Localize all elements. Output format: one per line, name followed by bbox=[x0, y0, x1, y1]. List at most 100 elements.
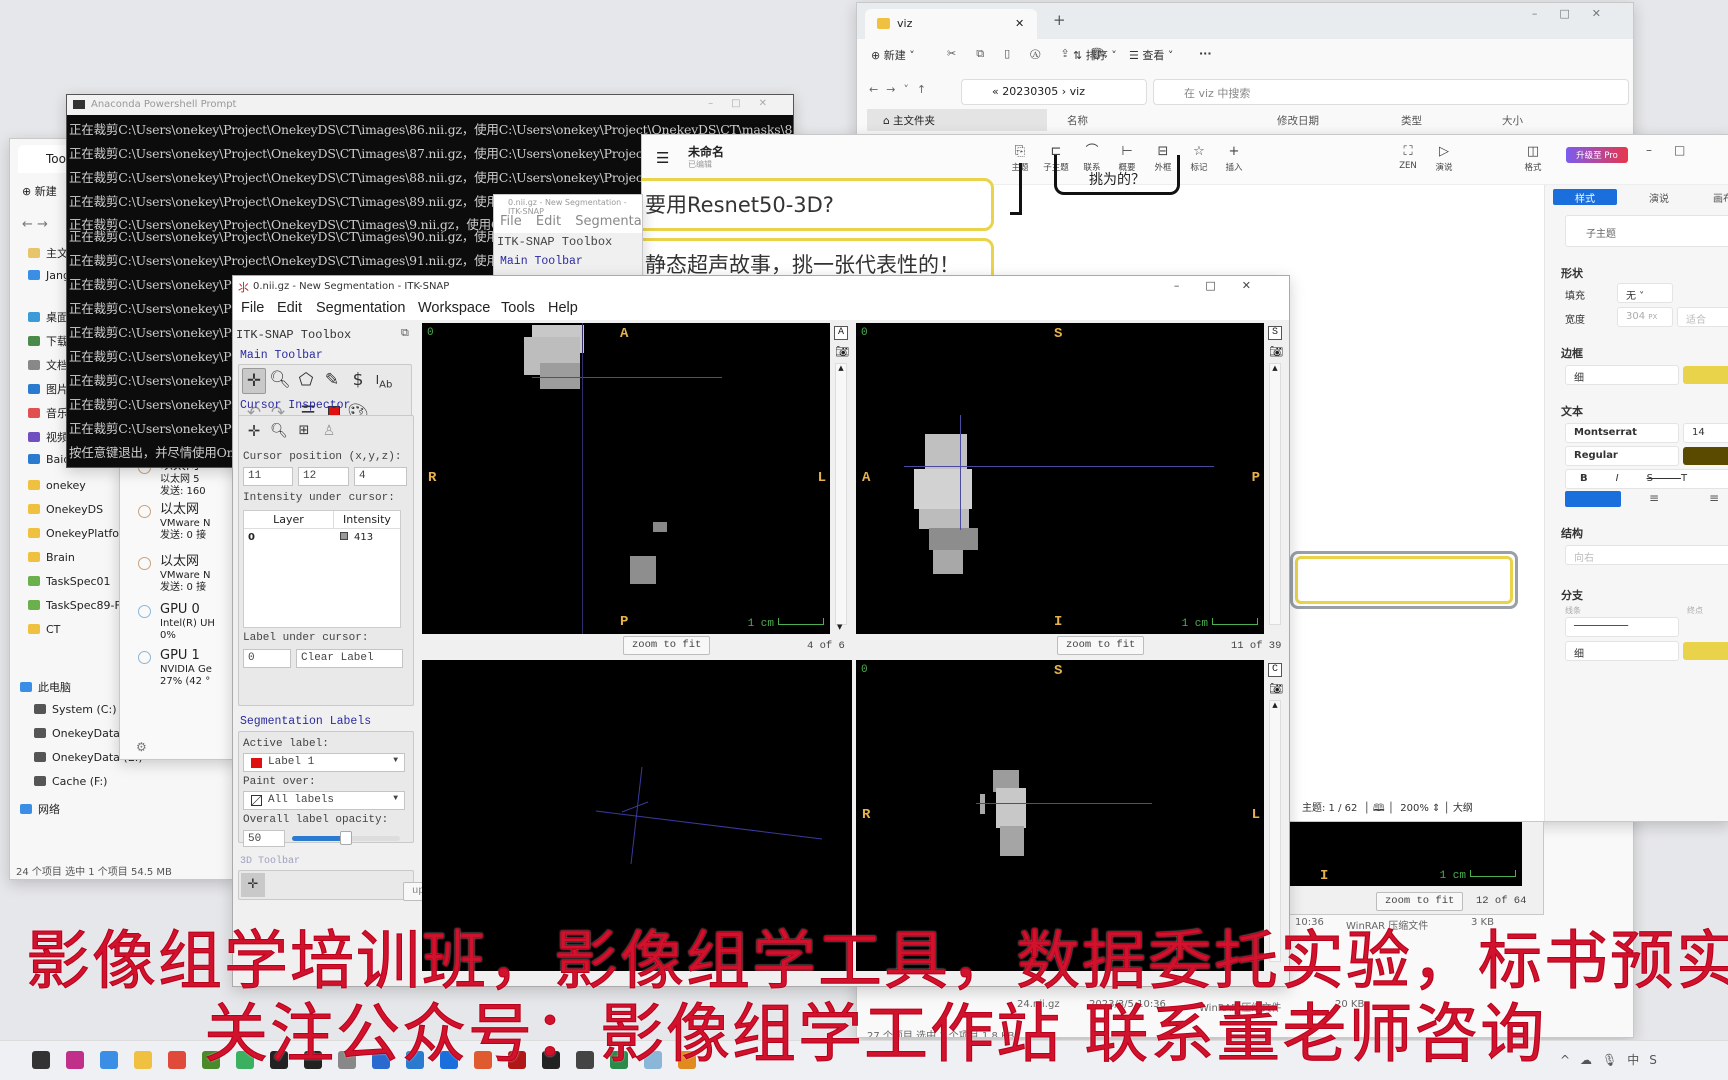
paintbrush-tool-icon[interactable]: ✎ bbox=[320, 368, 344, 392]
3d-crosshair-icon[interactable]: ✛ bbox=[241, 873, 265, 897]
new-button[interactable]: ⊕ 新建 bbox=[22, 183, 57, 199]
toolbar-5-button[interactable]: ☆ 标记 bbox=[1184, 143, 1214, 173]
branch-line-select[interactable]: ───────── bbox=[1565, 617, 1679, 637]
layout-button[interactable]: S bbox=[1268, 326, 1282, 340]
zoom-mode-icon[interactable]: 🔍︎ bbox=[267, 419, 291, 443]
perf-item[interactable]: GPU 1 NVIDIA Ge 27% (42 ° bbox=[138, 648, 212, 688]
taskbar-app-icon[interactable] bbox=[134, 1051, 152, 1069]
nav-item[interactable]: OnekeyDS bbox=[28, 503, 103, 516]
branch-section[interactable]: 分支 bbox=[1561, 587, 1583, 603]
text-color-swatch[interactable] bbox=[1683, 447, 1728, 465]
layout-button[interactable]: A bbox=[834, 326, 848, 340]
width-input[interactable]: 304 PX bbox=[1617, 307, 1673, 327]
scroll-down-icon[interactable]: ▼ bbox=[837, 623, 842, 631]
tab-viz[interactable]: viz ✕ bbox=[865, 9, 1037, 39]
nav-item[interactable]: 图片 bbox=[28, 381, 68, 397]
search-input[interactable]: 在 viz 中搜索 bbox=[1153, 79, 1629, 105]
align-center-button[interactable]: ≡ bbox=[1649, 491, 1659, 505]
outline-button[interactable]: 大纲 bbox=[1453, 803, 1473, 814]
fill-select[interactable]: 无 ˅ bbox=[1617, 283, 1673, 303]
font-style-select[interactable]: Regular bbox=[1565, 446, 1679, 466]
nav-item[interactable]: Jang bbox=[28, 269, 70, 282]
window-controls[interactable]: –□✕ bbox=[708, 98, 785, 109]
toolbar-7-button[interactable]: ⛶ ZEN bbox=[1393, 143, 1423, 171]
nav-item[interactable]: Cache (F:) bbox=[34, 775, 107, 788]
close-tab-icon[interactable]: ✕ bbox=[1015, 17, 1024, 30]
window-controls[interactable]: –□✕ bbox=[1532, 7, 1623, 20]
tab-canvas[interactable]: 画布 bbox=[1713, 190, 1728, 205]
zoom-to-fit-button[interactable]: zoom to fit bbox=[1376, 892, 1464, 911]
view-button[interactable]: ☰ 查看 ˅ bbox=[1129, 47, 1173, 63]
opacity-slider[interactable] bbox=[292, 831, 400, 845]
table-icon[interactable]: ⊞ bbox=[292, 419, 316, 443]
zoom-level[interactable]: 200% bbox=[1400, 803, 1429, 814]
camera-icon[interactable]: 📷︎ bbox=[835, 345, 849, 358]
nav-item[interactable]: TaskSpec01 bbox=[28, 575, 111, 588]
branch-width-select[interactable]: 细 bbox=[1565, 641, 1679, 661]
nav-item[interactable]: CT bbox=[28, 623, 60, 636]
new-tab-icon[interactable]: + bbox=[1053, 11, 1066, 29]
font-select[interactable]: Montserrat bbox=[1565, 423, 1679, 443]
nav-item[interactable]: 此电脑 bbox=[20, 679, 71, 695]
crosshair-tool-icon[interactable]: ✛ bbox=[242, 368, 266, 394]
slice-scrollbar[interactable]: ▲ bbox=[835, 363, 847, 625]
menu-help[interactable]: Help bbox=[548, 300, 578, 316]
sagittal-view[interactable]: 0 S I A P 1 cm bbox=[856, 323, 1264, 634]
sidebar-home[interactable]: ⌂ 主文件夹 bbox=[867, 109, 1047, 131]
align-left-button[interactable] bbox=[1565, 491, 1621, 507]
menu-icon[interactable]: ☰ bbox=[656, 149, 669, 167]
slice-scrollbar[interactable]: ▲ bbox=[1269, 700, 1281, 962]
border-color-swatch[interactable] bbox=[1683, 366, 1728, 384]
address-bar[interactable]: « 20230305 › viz bbox=[961, 79, 1147, 105]
taskbar-app-icon[interactable] bbox=[66, 1051, 84, 1069]
perf-item[interactable]: GPU 0 Intel(R) UH 0% bbox=[138, 602, 215, 642]
toolbar-9-button[interactable]: ◫ 格式 bbox=[1518, 143, 1548, 173]
column-size[interactable]: 大小 bbox=[1502, 113, 1523, 128]
nav-item[interactable]: 视频 bbox=[28, 429, 68, 445]
mindmap-node-parent[interactable]: 挑为的？ bbox=[1054, 155, 1180, 195]
zoom-tool-icon[interactable]: 🔍︎ bbox=[268, 368, 292, 392]
nav-item[interactable]: System (C:) bbox=[34, 703, 117, 716]
more-button[interactable]: ··· bbox=[1199, 47, 1212, 60]
fit-button[interactable]: 适合 bbox=[1677, 307, 1728, 327]
column-intensity[interactable]: Intensity bbox=[334, 511, 400, 529]
undock-icon[interactable]: ⧉ bbox=[401, 326, 409, 340]
sort-button[interactable]: ⇅ 排序 ˅ bbox=[1073, 47, 1117, 63]
menu-file[interactable]: File bbox=[241, 300, 264, 316]
nav-item[interactable]: onekey bbox=[28, 479, 86, 492]
border-width-select[interactable]: 细 bbox=[1565, 365, 1679, 385]
nav-item[interactable]: Brain bbox=[28, 551, 75, 564]
upgrade-pro-button[interactable]: 升级至 Pro bbox=[1566, 147, 1628, 163]
menu-workspace[interactable]: Workspace bbox=[418, 300, 490, 316]
opacity-slider-handle[interactable] bbox=[340, 831, 352, 845]
settings-icon[interactable]: ⚙ bbox=[136, 740, 147, 754]
column-name[interactable]: 名称 bbox=[1067, 113, 1088, 128]
align-right-button[interactable]: ≡ bbox=[1709, 491, 1719, 505]
selected-node[interactable] bbox=[1290, 551, 1518, 609]
active-label-select[interactable]: Label 1 ▼ bbox=[243, 753, 405, 772]
taskbar-app-icon[interactable] bbox=[32, 1051, 50, 1069]
nav-item[interactable]: 桌面 bbox=[28, 309, 68, 325]
font-size-select[interactable]: 14 bbox=[1683, 423, 1728, 443]
nav-item[interactable]: 下载 bbox=[28, 333, 68, 349]
snake-tool-icon[interactable]: $ bbox=[346, 368, 370, 392]
camera-icon[interactable]: 📷︎ bbox=[1269, 682, 1283, 695]
nav-arrows[interactable]: ←→˅↑ bbox=[869, 83, 934, 96]
perf-item[interactable]: 以太网 VMware N 发送: 0 接 bbox=[137, 502, 210, 542]
column-type[interactable]: 类型 bbox=[1401, 113, 1422, 128]
branch-color-swatch[interactable] bbox=[1683, 642, 1728, 660]
text-format-buttons[interactable]: BIST bbox=[1565, 469, 1728, 489]
menu-edit[interactable]: Edit bbox=[277, 300, 302, 316]
column-layer[interactable]: Layer bbox=[244, 511, 334, 529]
structure-section[interactable]: 结构 bbox=[1561, 525, 1583, 541]
opacity-input[interactable]: 50 bbox=[243, 830, 285, 847]
toolbar-6-button[interactable]: + 插入 bbox=[1219, 143, 1249, 173]
annotation-tool-icon[interactable]: IAb bbox=[372, 368, 396, 397]
toolbar-8-button[interactable]: ▷ 演说 bbox=[1429, 143, 1459, 173]
menu-segmentation[interactable]: Segmentation bbox=[316, 300, 405, 316]
window-controls[interactable]: –□✕ bbox=[1174, 279, 1277, 292]
zoom-to-fit-button[interactable]: zoom to fit bbox=[623, 636, 711, 655]
camera-icon[interactable]: 📷︎ bbox=[1269, 345, 1283, 358]
taskbar-app-icon[interactable] bbox=[168, 1051, 186, 1069]
border-section[interactable]: 边框 bbox=[1561, 345, 1583, 361]
